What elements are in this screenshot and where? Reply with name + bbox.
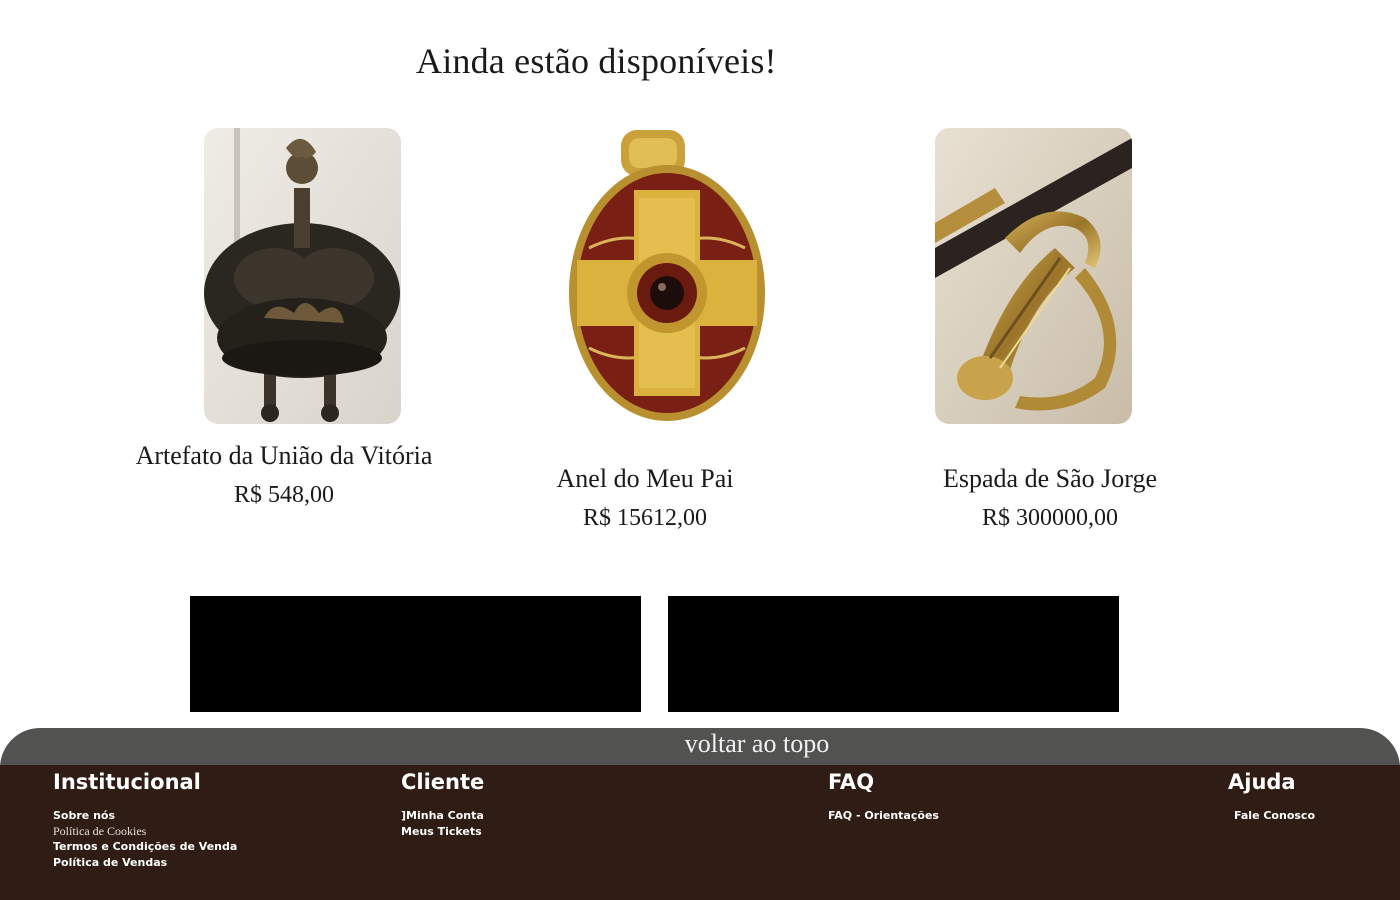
section-title: Ainda estão disponíveis! (416, 41, 777, 81)
footer-link-minha-conta[interactable]: ]Minha Conta (401, 808, 484, 824)
product-name[interactable]: Anel do Meu Pai (495, 464, 795, 494)
footer-column-faq: FAQ FAQ - Orientações (828, 770, 939, 824)
footer-link-sobre-nos[interactable]: Sobre nós (53, 808, 237, 824)
footer: Institucional Sobre nós Política de Cook… (0, 765, 1400, 900)
footer-link-fale-conosco[interactable]: Fale Conosco (1234, 808, 1315, 824)
promo-banner-left[interactable] (190, 596, 641, 712)
back-to-top-button[interactable]: voltar ao topo (0, 728, 1400, 768)
footer-heading: Ajuda (1228, 770, 1296, 794)
bronze-vessel-image (204, 128, 401, 424)
footer-heading: Institucional (53, 770, 201, 794)
footer-column-ajuda: Ajuda Fale Conosco (1228, 770, 1315, 824)
promo-banner-right[interactable] (668, 596, 1119, 712)
product-image-artefato[interactable] (204, 128, 401, 424)
footer-link-termos-condicoes[interactable]: Termos e Condições de Venda (53, 839, 237, 855)
footer-link-meus-tickets[interactable]: Meus Tickets (401, 824, 484, 840)
footer-column-institucional: Institucional Sobre nós Política de Cook… (53, 770, 237, 870)
gold-garnet-pendant-image (569, 128, 766, 424)
footer-link-politica-vendas[interactable]: Política de Vendas (53, 855, 237, 871)
ornate-sword-hilt-image (935, 128, 1132, 424)
product-price: R$ 300000,00 (981, 505, 1118, 531)
footer-link-politica-cookies[interactable]: Política de Cookies (53, 824, 237, 840)
product-name[interactable]: Artefato da União da Vitória (114, 441, 454, 471)
footer-heading: FAQ (828, 770, 875, 794)
product-name[interactable]: Espada de São Jorge (900, 464, 1200, 494)
footer-column-cliente: Cliente ]Minha Conta Meus Tickets (401, 770, 484, 839)
product-price: R$ 15612,00 (582, 505, 707, 531)
footer-heading: Cliente (401, 770, 485, 794)
footer-link-faq-orientacoes[interactable]: FAQ - Orientações (828, 808, 939, 824)
product-image-espada[interactable] (935, 128, 1132, 424)
product-price: R$ 548,00 (233, 482, 334, 508)
product-image-anel[interactable] (569, 128, 766, 424)
